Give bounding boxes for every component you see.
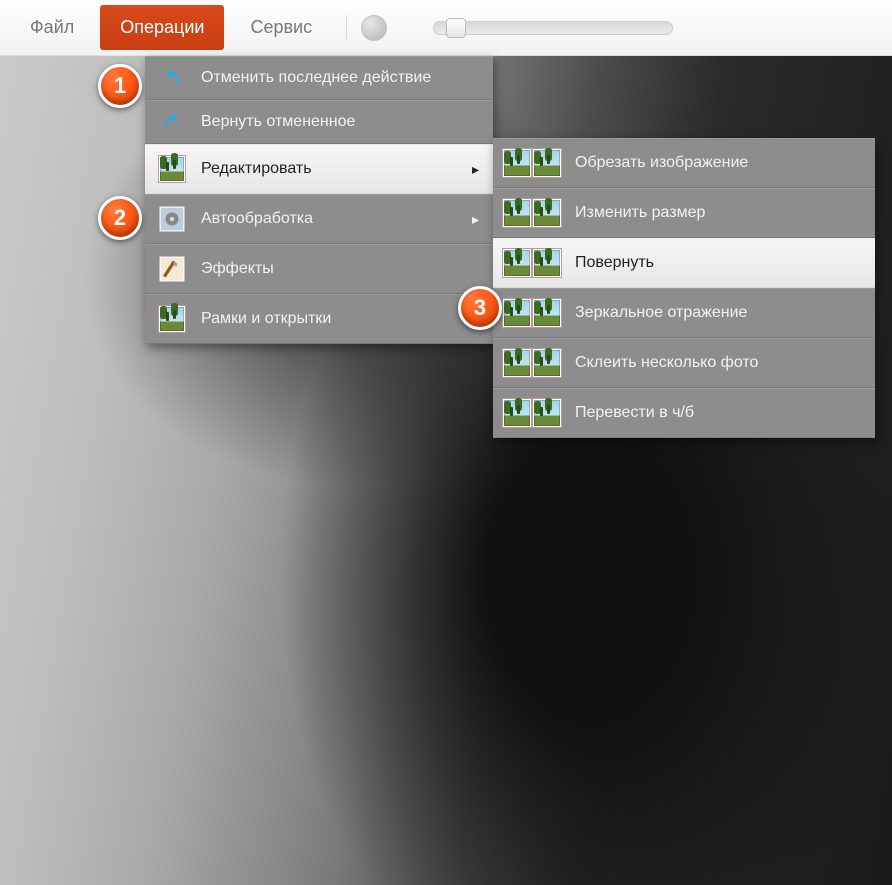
callout-3: 3	[458, 286, 502, 330]
submenu-resize-label: Изменить размер	[575, 204, 705, 222]
stitch-icon	[503, 349, 561, 377]
zoom-slider-thumb[interactable]	[446, 18, 466, 38]
effects-icon	[157, 254, 187, 284]
resize-icon	[503, 199, 561, 227]
operations-menu[interactable]: Операции	[100, 5, 224, 50]
submenu-rotate[interactable]: Повернуть	[493, 238, 875, 288]
edit-icon	[157, 154, 187, 184]
callout-2: 2	[98, 196, 142, 240]
submenu-resize[interactable]: Изменить размер	[493, 188, 875, 238]
menu-redo[interactable]: Вернуть отмененное	[145, 100, 493, 144]
submenu-stitch-label: Склеить несколько фото	[575, 354, 758, 372]
submenu-mirror-label: Зеркальное отражение	[575, 304, 747, 322]
menu-undo-label: Отменить последнее действие	[201, 69, 431, 87]
menu-edit[interactable]: Редактировать ▸	[145, 144, 493, 194]
frames-icon	[157, 304, 187, 334]
submenu-crop-label: Обрезать изображение	[575, 154, 748, 172]
chevron-right-icon: ▸	[472, 211, 479, 228]
rotate-icon	[503, 249, 561, 277]
auto-icon	[157, 204, 187, 234]
crop-icon	[503, 149, 561, 177]
chevron-right-icon: ▸	[472, 161, 479, 178]
menu-effects-label: Эффекты	[201, 260, 274, 278]
undo-icon	[157, 63, 187, 93]
edit-submenu: Обрезать изображение Изменить размер Пов…	[493, 138, 875, 438]
submenu-rotate-label: Повернуть	[575, 254, 654, 272]
menu-undo[interactable]: Отменить последнее действие	[145, 56, 493, 100]
globe-icon[interactable]	[361, 15, 387, 41]
menu-frames[interactable]: Рамки и открытки ▸	[145, 294, 493, 344]
toolbar-separator	[346, 15, 347, 41]
operations-dropdown: Отменить последнее действие Вернуть отме…	[145, 56, 493, 344]
menu-redo-label: Вернуть отмененное	[201, 113, 355, 131]
submenu-mirror[interactable]: Зеркальное отражение	[493, 288, 875, 338]
callout-1: 1	[98, 64, 142, 108]
submenu-stitch[interactable]: Склеить несколько фото	[493, 338, 875, 388]
service-menu[interactable]: Сервис	[230, 5, 332, 50]
top-toolbar: Файл Операции Сервис	[0, 0, 892, 56]
zoom-slider[interactable]	[433, 21, 673, 35]
submenu-bw-label: Перевести в ч/б	[575, 404, 694, 422]
bw-icon	[503, 399, 561, 427]
menu-edit-label: Редактировать	[201, 160, 312, 178]
mirror-icon	[503, 299, 561, 327]
menu-auto[interactable]: Автообработка ▸	[145, 194, 493, 244]
file-menu[interactable]: Файл	[10, 5, 94, 50]
menu-frames-label: Рамки и открытки	[201, 310, 331, 328]
submenu-bw[interactable]: Перевести в ч/б	[493, 388, 875, 438]
menu-auto-label: Автообработка	[201, 210, 313, 228]
menu-effects[interactable]: Эффекты	[145, 244, 493, 294]
redo-icon	[157, 107, 187, 137]
submenu-crop[interactable]: Обрезать изображение	[493, 138, 875, 188]
